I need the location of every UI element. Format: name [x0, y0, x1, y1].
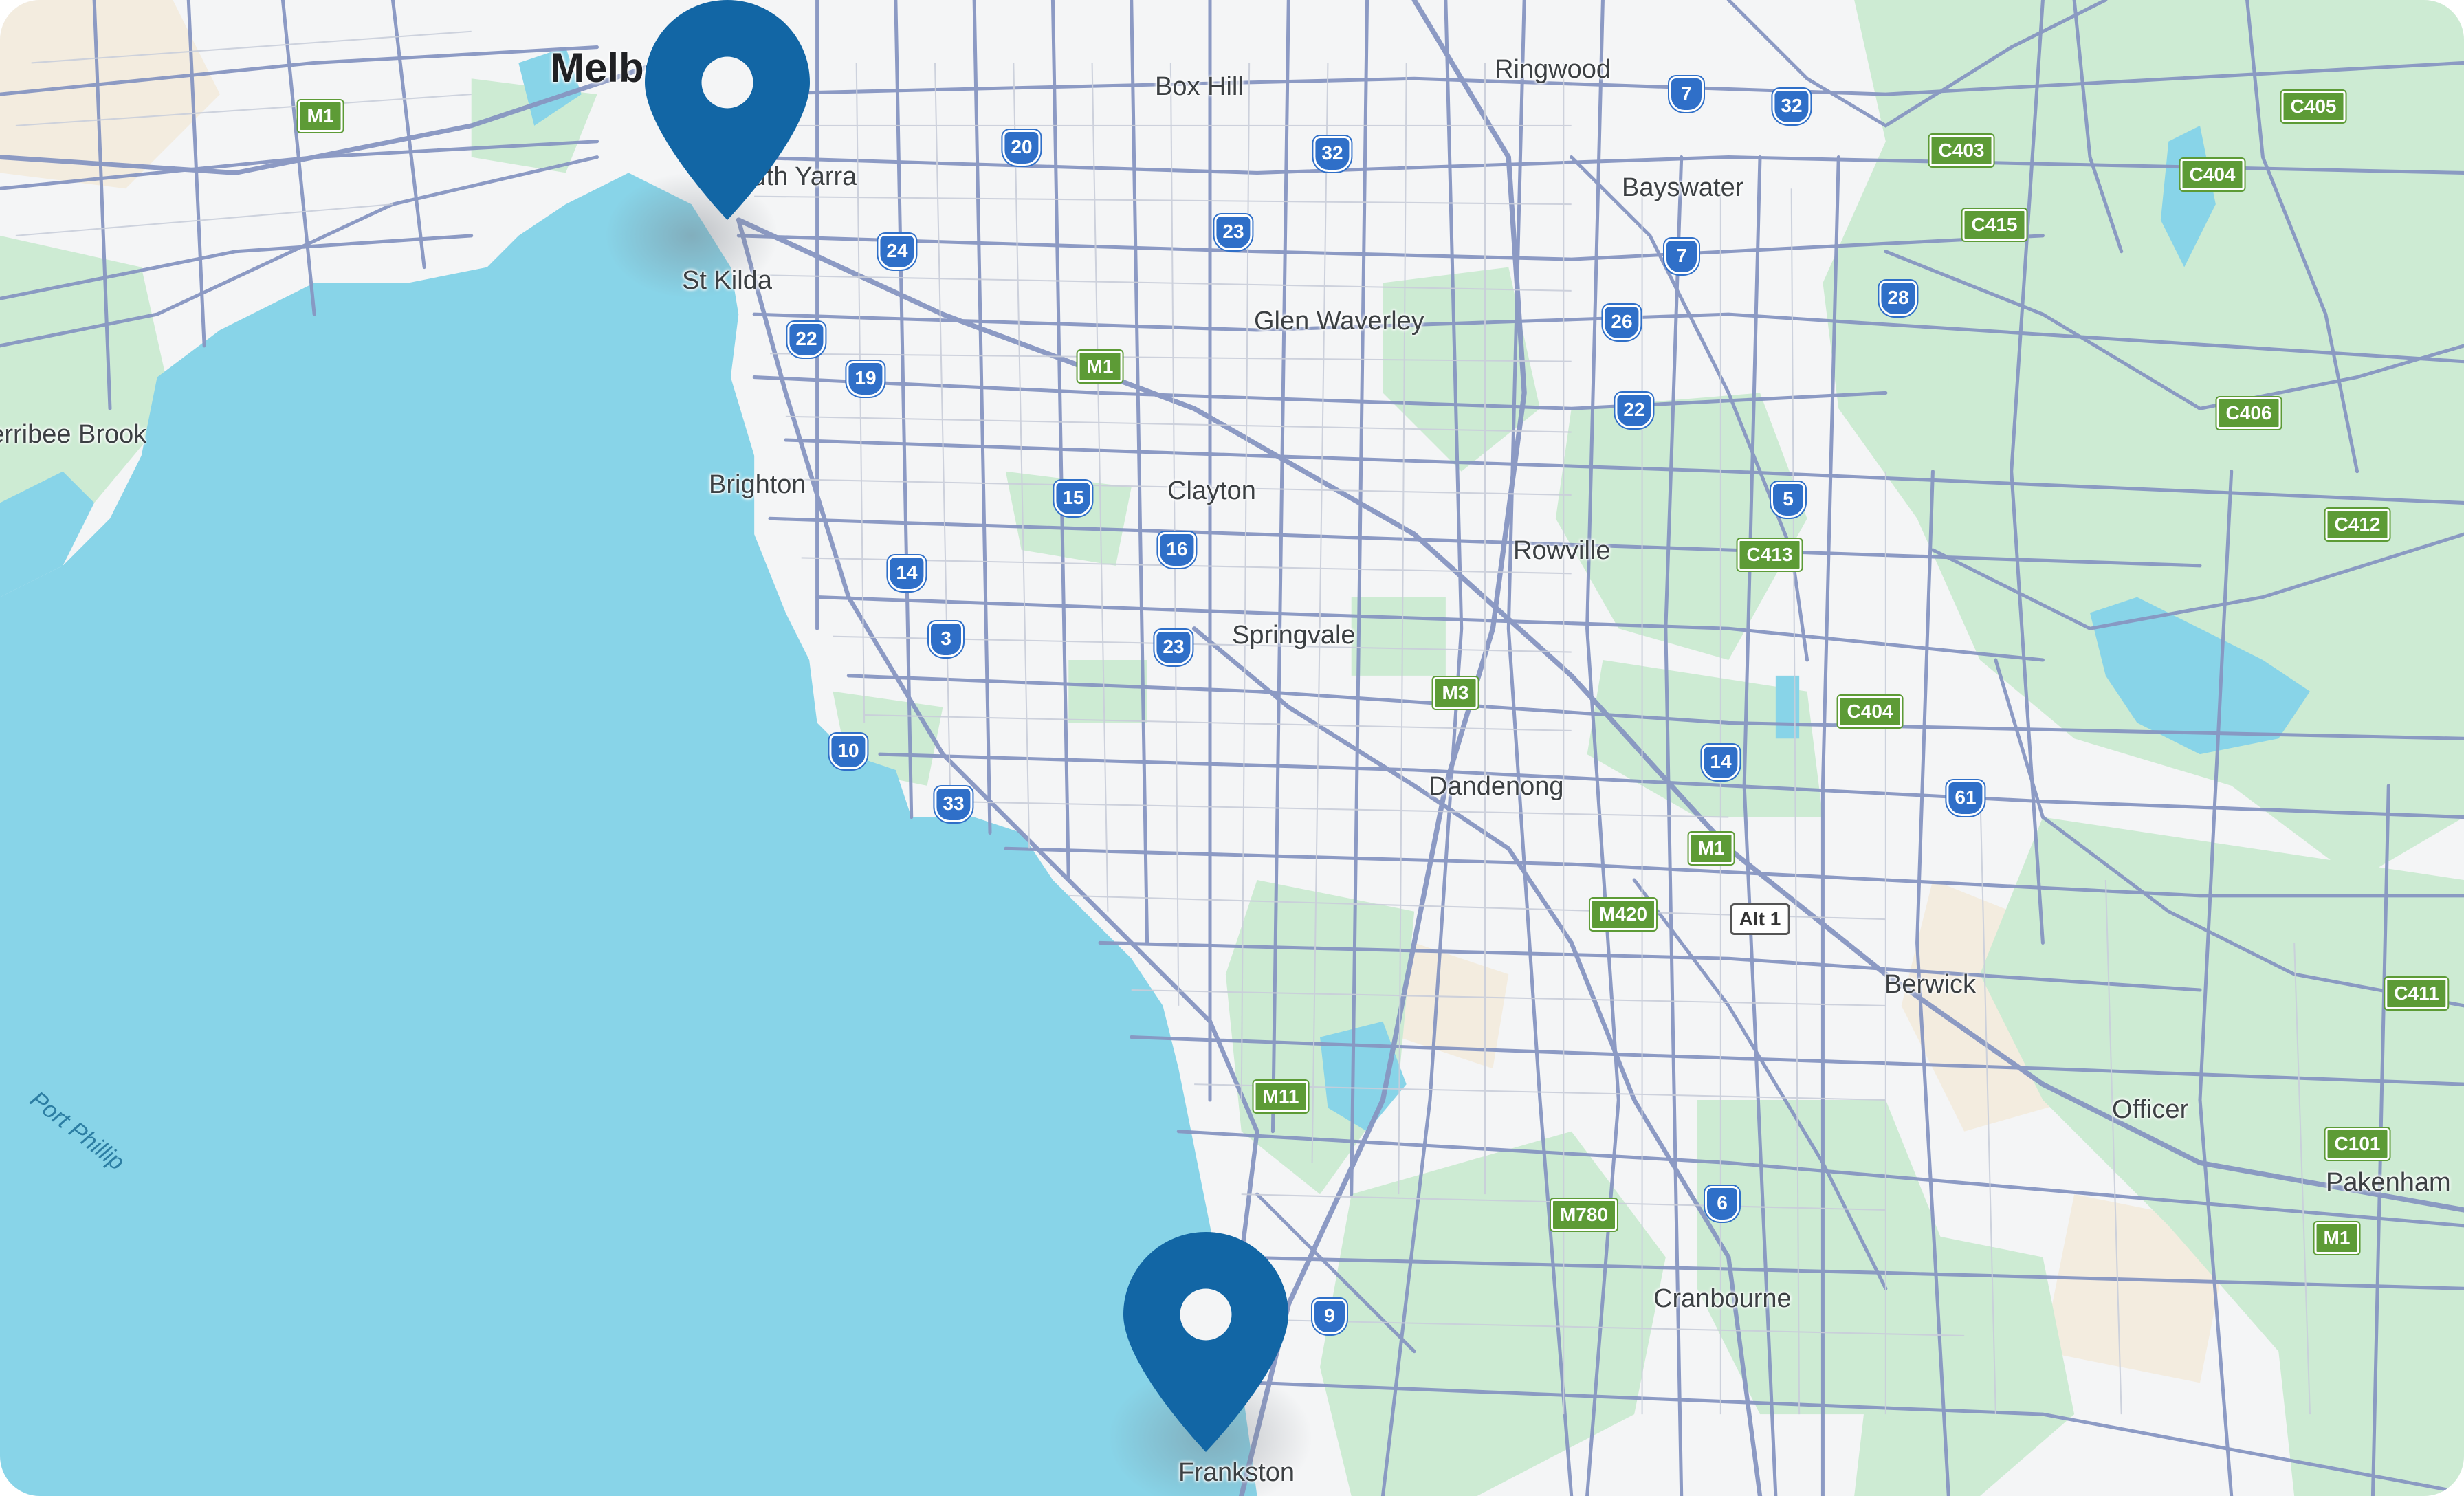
- route-shield-23: 23: [1214, 214, 1253, 250]
- place-label-brighton: Brighton: [709, 470, 806, 499]
- place-label-st-kilda: St Kilda: [682, 266, 772, 295]
- route-shield-19: 19: [846, 361, 885, 397]
- location-pin-melbourne-icon[interactable]: [645, 0, 810, 220]
- route-shield-14: 14: [1702, 745, 1740, 780]
- place-label-officer: Officer: [2112, 1095, 2189, 1124]
- route-shield-c404: C404: [2180, 159, 2245, 190]
- route-shield-61: 61: [1946, 780, 1985, 816]
- route-shield-15: 15: [1054, 481, 1092, 516]
- route-shield-c405: C405: [2281, 91, 2346, 122]
- route-shield-m1: M1: [298, 100, 343, 132]
- route-shield-c412: C412: [2325, 509, 2390, 540]
- route-shield-22: 22: [1615, 393, 1653, 428]
- route-shield-28: 28: [1879, 280, 1917, 316]
- place-label-rowville: Rowville: [1513, 536, 1611, 565]
- place-label-clayton: Clayton: [1167, 476, 1256, 505]
- route-shield-3: 3: [929, 622, 963, 657]
- route-shield-14: 14: [888, 556, 926, 591]
- place-label-berwick: Berwick: [1884, 970, 1977, 999]
- route-shield-23: 23: [1154, 630, 1193, 666]
- location-pin-frankston-icon[interactable]: [1123, 1232, 1288, 1452]
- route-shield-33: 33: [934, 786, 973, 822]
- route-shield-m1: M1: [2314, 1222, 2360, 1254]
- place-label-glen-waverley: Glen Waverley: [1254, 307, 1424, 336]
- place-label-frankston: Frankston: [1178, 1458, 1295, 1487]
- route-shield-32: 32: [1313, 136, 1352, 172]
- route-shield-m780: M780: [1550, 1199, 1618, 1231]
- route-shield-c404: C404: [1838, 696, 1902, 727]
- place-label-werribee-brook: Werribee Brook: [0, 420, 147, 449]
- route-shield-c413: C413: [1737, 539, 1802, 571]
- route-shield-16: 16: [1158, 532, 1196, 568]
- route-shield-24: 24: [878, 234, 916, 270]
- route-shield-c101: C101: [2325, 1128, 2390, 1160]
- place-label-box-hill: Box Hill: [1155, 72, 1244, 101]
- place-label-bayswater: Bayswater: [1622, 173, 1744, 202]
- route-shield-26: 26: [1603, 305, 1641, 340]
- route-shield-c415: C415: [1962, 209, 2027, 241]
- route-shield-9: 9: [1312, 1299, 1347, 1334]
- route-shield-alt-1: Alt 1: [1730, 903, 1790, 935]
- place-label-cranbourne: Cranbourne: [1653, 1284, 1792, 1313]
- route-shield-6: 6: [1705, 1186, 1739, 1222]
- route-shield-m1: M1: [1688, 833, 1734, 864]
- route-shield-c403: C403: [1929, 135, 1994, 166]
- route-shield-c411: C411: [2385, 978, 2448, 1009]
- route-shield-20: 20: [1002, 130, 1041, 166]
- place-label-springvale: Springvale: [1232, 621, 1356, 650]
- map-view[interactable]: MelbourneSouth YarraSt KildaBox HillRing…: [0, 0, 2464, 1496]
- route-shield-7: 7: [1664, 239, 1699, 274]
- route-shield-m3: M3: [1433, 677, 1478, 709]
- route-shield-m11: M11: [1253, 1081, 1308, 1112]
- route-shield-32: 32: [1772, 89, 1811, 124]
- route-shield-m420: M420: [1590, 899, 1657, 930]
- route-shield-22: 22: [787, 322, 826, 358]
- route-shield-7: 7: [1669, 76, 1704, 112]
- route-shield-10: 10: [829, 734, 868, 769]
- place-label-dandenong: Dandenong: [1429, 772, 1564, 801]
- route-shield-c406: C406: [2216, 397, 2281, 429]
- route-shield-m1: M1: [1077, 351, 1123, 382]
- route-shield-5: 5: [1771, 482, 1805, 518]
- place-label-ringwood: Ringwood: [1495, 55, 1611, 84]
- place-label-pakenham: Pakenham: [2326, 1168, 2451, 1197]
